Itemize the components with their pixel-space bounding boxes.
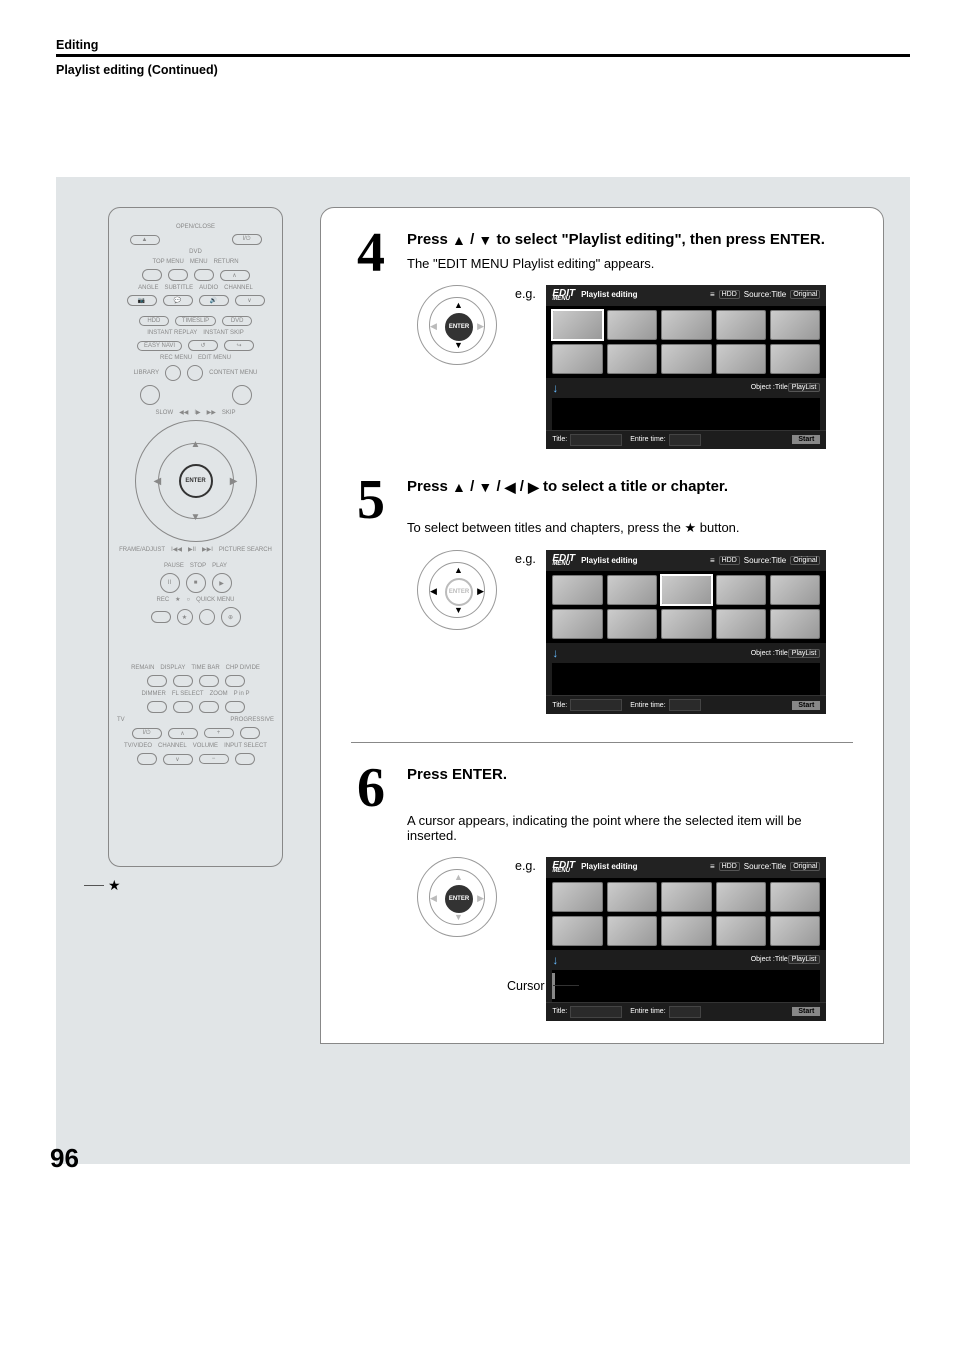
step-desc: The "EDIT MENU Playlist editing" appears… xyxy=(407,256,853,271)
down-arrow-icon: ▼ xyxy=(478,479,492,495)
screen-mockup: EDITMENU Playlist editing ≡HDDSource:Tit… xyxy=(546,285,826,449)
step-number: 4 xyxy=(351,230,391,449)
step-desc: A cursor appears, indicating the point w… xyxy=(407,813,853,843)
step-number: 5 xyxy=(351,477,391,715)
screen-mockup: EDITMENU Playlist editing ≡HDDSource:Tit… xyxy=(546,550,826,714)
down-arrow-icon: ▼ xyxy=(478,232,492,248)
step-5: 5 Press ▲ / ▼ / ◀ / ▶ to select a title … xyxy=(351,477,853,715)
dpad-illustration: ENTER ▲▼ ◀▶ xyxy=(417,285,497,365)
remote-control-illustration: OPEN/CLOSE ▲ I/⏻ DVD TOP MENU MENU RETUR… xyxy=(108,207,283,867)
eg-label: e.g. xyxy=(515,287,536,301)
dpad-illustration: ENTER ▲▼ ◀▶ xyxy=(417,550,497,630)
steps-panel: 4 Press ▲ / ▼ to select "Playlist editin… xyxy=(320,207,884,1044)
right-arrow-icon: ▶ xyxy=(528,479,539,495)
step-title: Press ▲ / ▼ to select "Playlist editing"… xyxy=(407,230,853,250)
left-arrow-icon: ◀ xyxy=(505,479,516,495)
enter-button-icon: ENTER xyxy=(445,885,473,913)
remote-dpad: ▲▼◀▶ ENTER xyxy=(135,420,257,542)
step-4: 4 Press ▲ / ▼ to select "Playlist editin… xyxy=(351,230,853,449)
star-callout: ★ xyxy=(84,877,121,894)
up-arrow-icon: ▲ xyxy=(452,232,466,248)
enter-button-icon: ENTER xyxy=(445,313,473,341)
step-number: 6 xyxy=(351,765,391,993)
step-title: Press ENTER. xyxy=(407,765,853,785)
eg-label: e.g. xyxy=(515,859,536,873)
screen-mockup: EDITMENU Playlist editing ≡HDDSource:Tit… xyxy=(546,857,826,1021)
eg-label: e.g. xyxy=(515,552,536,566)
page-number: 96 xyxy=(50,1143,79,1174)
content-block: OPEN/CLOSE ▲ I/⏻ DVD TOP MENU MENU RETUR… xyxy=(56,177,910,1164)
step-title: Press ▲ / ▼ / ◀ / ▶ to select a title or… xyxy=(407,477,853,497)
step-desc: To select between titles and chapters, p… xyxy=(407,520,853,536)
enter-button-icon: ENTER xyxy=(445,578,473,606)
page-subtitle: Playlist editing (Continued) xyxy=(56,63,910,77)
section-label: Editing xyxy=(56,38,910,52)
step-6: 6 Press ENTER. A cursor appears, indicat… xyxy=(351,765,853,993)
up-arrow-icon: ▲ xyxy=(452,479,466,495)
star-icon: ★ xyxy=(685,520,697,535)
dpad-illustration: ENTER ▲▼ ◀▶ xyxy=(417,857,497,937)
